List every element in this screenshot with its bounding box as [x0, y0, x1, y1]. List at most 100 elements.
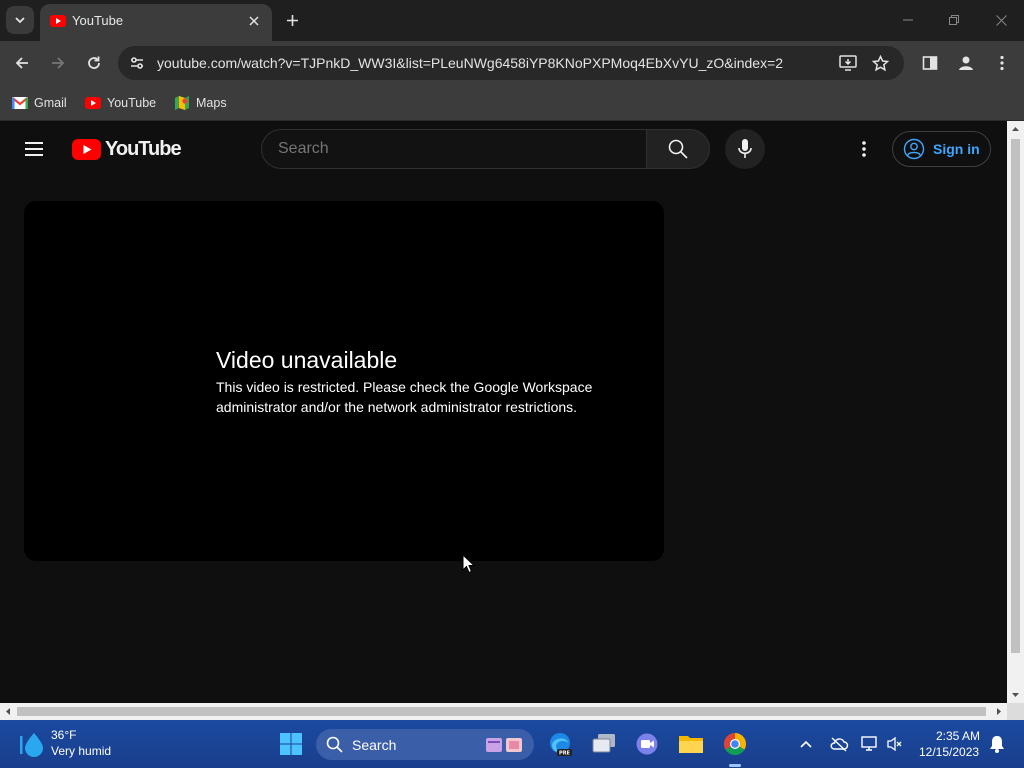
- search-button[interactable]: [646, 129, 710, 169]
- forward-button[interactable]: [46, 51, 70, 75]
- vertical-scrollbar[interactable]: [1007, 121, 1024, 703]
- windows-logo-icon: [280, 733, 302, 755]
- edge-beta-icon: PRE: [550, 733, 572, 757]
- taskbar-chrome[interactable]: [721, 730, 749, 758]
- account-circle-icon: [903, 138, 925, 160]
- youtube-logo[interactable]: YouTube: [72, 138, 182, 161]
- url-text[interactable]: youtube.com/watch?v=TJPnkD_WW3I&list=PLe…: [157, 55, 783, 71]
- microphone-icon: [738, 139, 752, 158]
- taskbar-edge-beta[interactable]: PRE: [546, 730, 574, 758]
- browser-tab[interactable]: YouTube: [40, 4, 272, 41]
- taskbar-task-view[interactable]: [590, 730, 618, 758]
- folder-icon: [679, 736, 703, 753]
- close-window-button[interactable]: [991, 10, 1011, 30]
- bookmark-label: Gmail: [34, 96, 67, 110]
- search-highlight-icon: [486, 738, 522, 752]
- site-info-button[interactable]: [126, 52, 148, 74]
- plus-icon: [286, 14, 298, 26]
- scrollbar-corner: [1007, 703, 1024, 720]
- cloud-off-icon: [830, 737, 849, 752]
- bookmark-maps[interactable]: Maps: [174, 92, 227, 114]
- video-player[interactable]: Video unavailable This video is restrict…: [24, 201, 664, 561]
- browser-toolbar: youtube.com/watch?v=TJPnkD_WW3I&list=PLe…: [0, 41, 1024, 85]
- voice-search-button[interactable]: [725, 129, 765, 169]
- back-button[interactable]: [10, 51, 34, 75]
- scroll-left-arrow-icon[interactable]: [2, 703, 14, 720]
- youtube-favicon-icon: [50, 14, 66, 32]
- minimize-button[interactable]: [898, 10, 918, 30]
- browser-menu-button[interactable]: [990, 51, 1014, 75]
- youtube-icon: [85, 97, 101, 109]
- more-vert-icon: [862, 141, 866, 157]
- video-chat-icon: [636, 733, 658, 755]
- bookmarks-bar: Gmail YouTube Maps: [0, 85, 1024, 121]
- bell-icon: [990, 736, 1004, 753]
- start-button[interactable]: [277, 730, 305, 758]
- chevron-up-icon: [800, 740, 812, 748]
- show-hidden-icons-button[interactable]: [792, 730, 820, 758]
- clock-time[interactable]: 2:35 AM: [936, 729, 980, 743]
- vertical-scroll-thumb[interactable]: [1011, 139, 1020, 653]
- maps-icon: [175, 96, 189, 110]
- person-icon: [959, 56, 973, 70]
- network-status[interactable]: [856, 730, 884, 758]
- side-panel-button[interactable]: [918, 51, 942, 75]
- profile-button[interactable]: [954, 51, 978, 75]
- bookmark-gmail[interactable]: Gmail: [12, 92, 67, 114]
- logo-text: YouTube: [105, 138, 182, 160]
- bookmark-star-icon[interactable]: [870, 53, 890, 73]
- new-tab-button[interactable]: [282, 10, 302, 30]
- search-icon: [326, 736, 343, 753]
- tab-strip: YouTube: [0, 0, 1024, 41]
- error-title: Video unavailable: [216, 347, 398, 373]
- chevron-down-icon: [15, 17, 25, 24]
- gmail-icon: [12, 97, 28, 109]
- restore-icon: [949, 15, 959, 25]
- menu-icon: [25, 142, 43, 156]
- task-view-icon: [592, 734, 615, 753]
- horizontal-scroll-thumb[interactable]: [17, 707, 986, 716]
- more-vert-icon: [1000, 55, 1004, 71]
- taskbar-teams[interactable]: [633, 730, 661, 758]
- taskbar-search-label: Search: [352, 737, 397, 753]
- chrome-icon: [724, 733, 746, 755]
- arrow-right-icon: [52, 57, 65, 69]
- install-app-icon[interactable]: [838, 53, 858, 73]
- search-box[interactable]: [261, 129, 647, 169]
- error-message: This video is restricted. Please check t…: [216, 379, 593, 415]
- youtube-page: YouTube Sign in Video unavailable This v…: [0, 121, 1007, 703]
- monitor-network-icon: [861, 736, 877, 751]
- settings-menu-button[interactable]: [852, 137, 876, 161]
- notifications-button[interactable]: [983, 730, 1011, 758]
- weather-temperature: 36°F: [51, 728, 77, 742]
- taskbar-file-explorer[interactable]: [677, 730, 705, 758]
- taskbar-search-box[interactable]: Search: [316, 729, 534, 760]
- address-bar[interactable]: youtube.com/watch?v=TJPnkD_WW3I&list=PLe…: [118, 46, 904, 80]
- tab-close-icon[interactable]: [246, 13, 262, 29]
- weather-description: Very humid: [51, 744, 112, 758]
- speaker-muted-icon: [887, 736, 902, 752]
- bookmark-label: Maps: [196, 96, 227, 110]
- close-icon: [995, 14, 1007, 26]
- tab-search-button[interactable]: [6, 6, 34, 34]
- restore-button[interactable]: [944, 10, 964, 30]
- horizontal-scrollbar[interactable]: [0, 703, 1007, 720]
- side-panel-icon: [922, 56, 938, 70]
- scroll-down-arrow-icon[interactable]: [1007, 689, 1024, 701]
- weather-widget[interactable]: [18, 730, 46, 763]
- onedrive-status[interactable]: [825, 730, 853, 758]
- svg-text:PRE: PRE: [559, 751, 571, 757]
- bookmark-youtube[interactable]: YouTube: [85, 92, 156, 114]
- tab-title: YouTube: [72, 13, 124, 28]
- clock-date[interactable]: 12/15/2023: [919, 745, 979, 759]
- sign-in-button[interactable]: Sign in: [892, 131, 991, 167]
- reload-button[interactable]: [82, 51, 106, 75]
- search-input[interactable]: [278, 140, 618, 158]
- scroll-up-arrow-icon[interactable]: [1007, 123, 1024, 135]
- hamburger-menu-button[interactable]: [24, 139, 48, 159]
- volume-status[interactable]: [881, 730, 909, 758]
- minimize-icon: [903, 19, 913, 21]
- active-app-indicator: [729, 764, 741, 767]
- mouse-cursor-icon: [462, 554, 476, 574]
- scroll-right-arrow-icon[interactable]: [993, 703, 1005, 720]
